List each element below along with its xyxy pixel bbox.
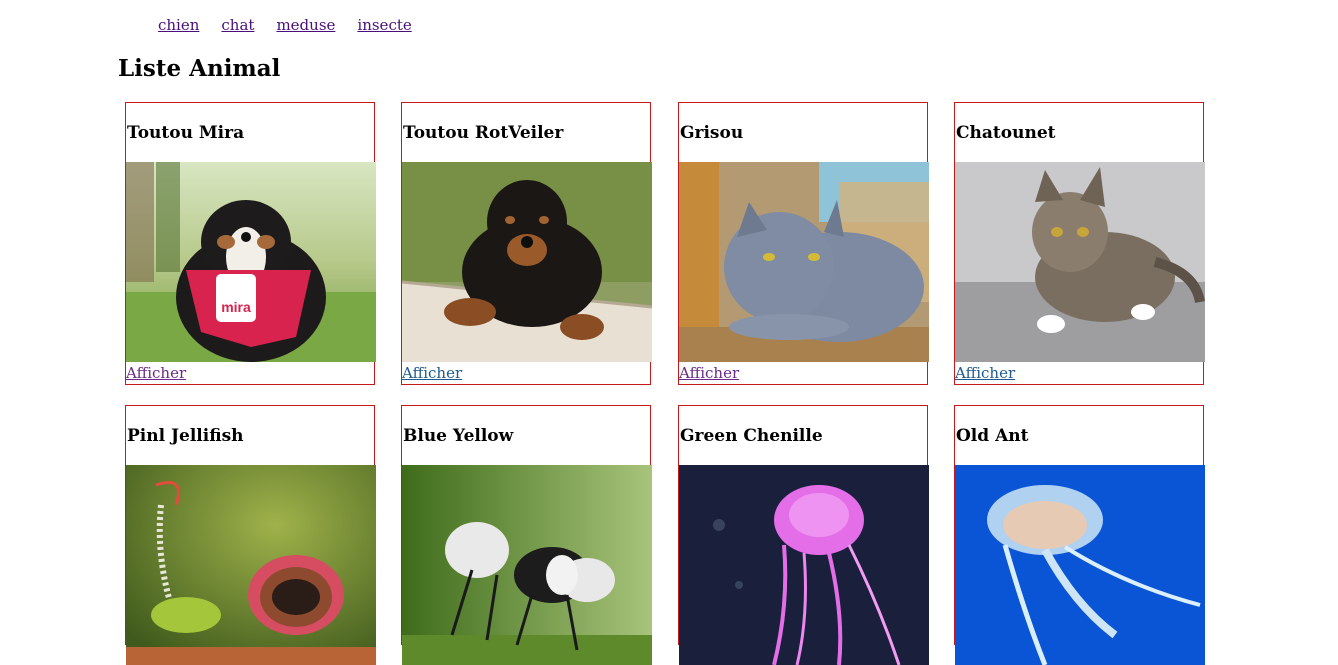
animal-card: Toutou RotVeiler Afficher [401,102,652,385]
animal-photo [402,465,652,665]
afficher-link[interactable]: Afficher [955,362,1203,384]
animal-name: Old Ant [956,426,1029,446]
animal-name: Grisou [680,123,744,143]
animal-photo [679,465,929,665]
animal-card: Blue Yellow [401,405,652,665]
top-nav: chien chat meduse insecte [158,16,412,34]
animal-name: Blue Yellow [403,426,514,446]
animal-name: Chatounet [956,123,1056,143]
animal-card: Chatounet Afficher [954,102,1205,385]
animal-name: Toutou RotVeiler [403,123,564,143]
animal-photo [955,162,1205,362]
nav-link-meduse[interactable]: meduse [276,16,335,34]
animal-name: Green Chenille [680,426,823,446]
animal-card: Old Ant [954,405,1205,665]
animal-card: Grisou Afficher [678,102,929,385]
animal-card: Green Chenille [678,405,929,665]
nav-link-chat[interactable]: chat [221,16,254,34]
afficher-link[interactable]: Afficher [126,362,374,384]
animal-photo: mira [126,162,376,362]
animal-photo [402,162,652,362]
animal-name: Pinl Jellifish [127,426,244,446]
afficher-link[interactable]: Afficher [402,362,650,384]
page-title: Liste Animal [118,55,281,82]
animal-photo [679,162,929,362]
nav-link-chien[interactable]: chien [158,16,199,34]
animal-card: Pinl Jellifish [125,405,376,665]
afficher-link[interactable]: Afficher [679,362,927,384]
svg-text:mira: mira [221,299,251,315]
animal-card: Toutou Mira mira Afficher [125,102,376,385]
animal-photo [126,465,376,665]
nav-link-insecte[interactable]: insecte [357,16,411,34]
animal-name: Toutou Mira [127,123,245,143]
animal-photo [955,465,1205,665]
